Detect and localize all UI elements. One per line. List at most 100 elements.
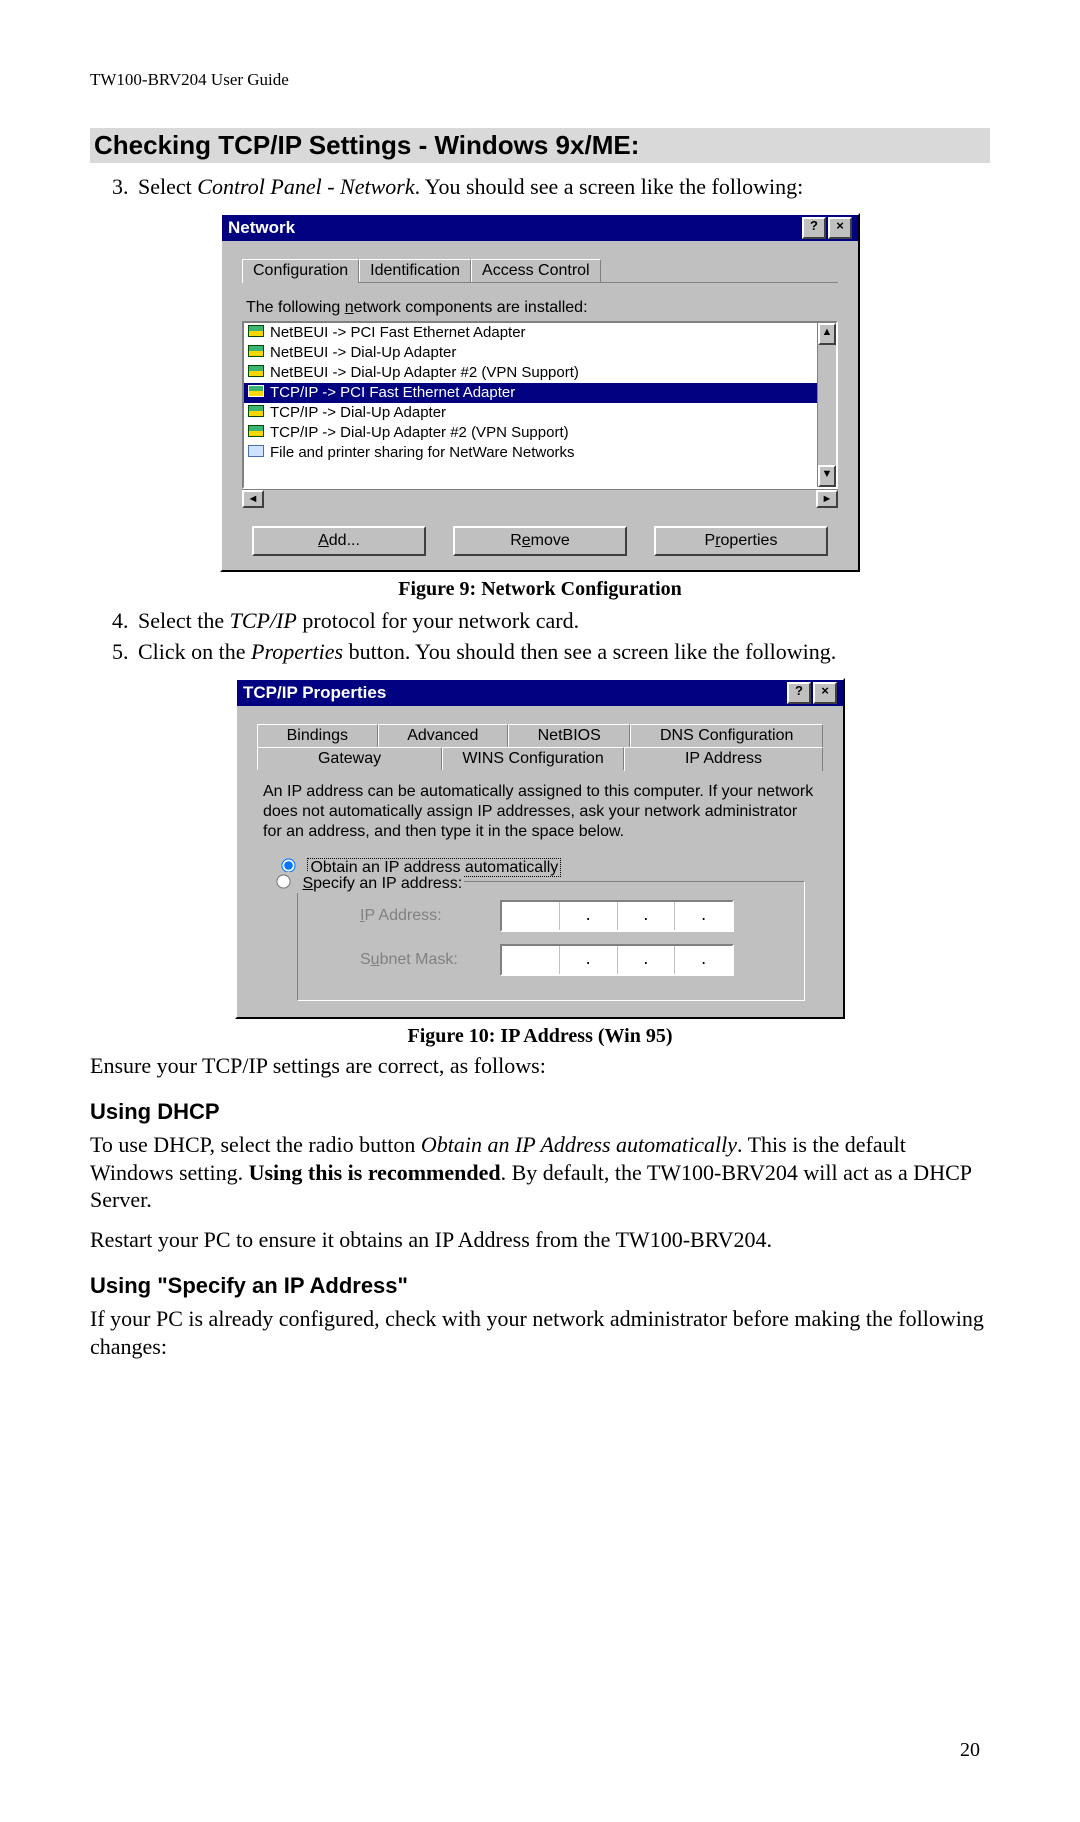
tab-bindings[interactable]: Bindings <box>257 724 378 747</box>
tab-ip-address[interactable]: IP Address <box>624 747 823 771</box>
step5-ital: Properties <box>251 639 343 664</box>
step4-post: protocol for your network card. <box>297 608 579 633</box>
list-item[interactable]: NetBEUI -> Dial-Up Adapter #2 (VPN Suppo… <box>244 363 817 383</box>
figure-9-caption: Figure 9: Network Configuration <box>90 578 990 601</box>
step4-ital: TCP/IP <box>230 608 297 633</box>
ip-address-row: IP Address: ... <box>360 900 762 932</box>
doc-header: TW100-BRV204 User Guide <box>90 70 990 90</box>
figure-10-caption: Figure 10: IP Address (Win 95) <box>90 1025 990 1048</box>
scroll-up-icon[interactable]: ▲ <box>818 323 836 345</box>
components-listbox[interactable]: NetBEUI -> PCI Fast Ethernet AdapterNetB… <box>242 321 838 489</box>
properties-button-post: operties <box>721 532 778 549</box>
network-titlebar: Network ? × <box>222 215 858 241</box>
help-button[interactable]: ? <box>802 217 826 239</box>
close-button[interactable]: × <box>828 217 852 239</box>
list-item[interactable]: TCP/IP -> Dial-Up Adapter #2 (VPN Suppor… <box>244 423 817 443</box>
components-label: The following network components are ins… <box>246 299 838 317</box>
tab-advanced[interactable]: Advanced <box>378 724 508 747</box>
tcpip-tabs: Bindings Advanced NetBIOS DNS Configurat… <box>257 724 823 770</box>
tab-strip: Configuration Identification Access Cont… <box>242 259 838 283</box>
step3-post: . You should see a screen like the follo… <box>415 174 804 199</box>
network-window: Network ? × Configuration Identification… <box>220 213 860 572</box>
list-item[interactable]: NetBEUI -> PCI Fast Ethernet Adapter <box>244 323 817 343</box>
ip-dot: . <box>618 946 676 974</box>
ip-dot: . <box>675 946 732 974</box>
tcpip-title: TCP/IP Properties <box>243 683 386 703</box>
tcpip-titlebar: TCP/IP Properties ? × <box>237 680 843 706</box>
ip-address-field[interactable]: ... <box>500 900 734 932</box>
remove-button-pre: R <box>510 532 522 549</box>
components-label-post: etwork components are installed: <box>354 299 588 316</box>
ip-address-label: IP Address: <box>360 907 500 925</box>
components-label-pre: The following <box>246 299 345 316</box>
ip-dot: . <box>560 946 618 974</box>
section-title-bar: Checking TCP/IP Settings - Windows 9x/ME… <box>90 128 990 163</box>
protocol-icon <box>248 325 262 337</box>
tab-wins[interactable]: WINS Configuration <box>442 747 624 770</box>
specify-paragraph: If your PC is already configured, check … <box>90 1305 990 1360</box>
ip-dot: . <box>675 902 732 930</box>
components-label-u: n <box>345 299 354 316</box>
horizontal-scrollbar[interactable]: ◄ ► <box>242 489 838 508</box>
list-item[interactable]: TCP/IP -> PCI Fast Ethernet Adapter <box>244 383 817 403</box>
tab-gateway[interactable]: Gateway <box>257 747 442 770</box>
remove-button-post: move <box>531 532 570 549</box>
scroll-left-icon[interactable]: ◄ <box>242 490 264 508</box>
scroll-right-icon[interactable]: ► <box>816 490 838 508</box>
add-button[interactable]: Add... <box>252 526 426 556</box>
vertical-scrollbar[interactable]: ▲ ▼ <box>817 323 836 487</box>
list-item[interactable]: NetBEUI -> Dial-Up Adapter <box>244 343 817 363</box>
specify-heading: Using "Specify an IP Address" <box>90 1273 990 1299</box>
radio-spec-u: S <box>302 875 313 892</box>
ensure-line: Ensure your TCP/IP settings are correct,… <box>90 1052 990 1080</box>
properties-button-pre: P <box>705 532 716 549</box>
step5-pre: Click on the <box>138 639 251 664</box>
tab-netbios[interactable]: NetBIOS <box>508 724 630 747</box>
step3-pre: Select <box>138 174 197 199</box>
protocol-icon <box>248 385 262 397</box>
protocol-icon <box>248 345 262 357</box>
step3-ital: Control Panel - Network <box>197 174 414 199</box>
radio-specify-row[interactable]: Specify an IP address: <box>270 872 464 893</box>
protocol-icon <box>248 365 262 377</box>
dhcp-heading: Using DHCP <box>90 1099 990 1125</box>
scroll-down-icon[interactable]: ▼ <box>818 465 836 487</box>
subnet-mask-label: Subnet Mask: <box>360 951 500 969</box>
subnet-mask-field[interactable]: ... <box>500 944 734 976</box>
step-3: Select Control Panel - Network. You shou… <box>134 173 990 201</box>
ip-dot: . <box>618 902 676 930</box>
subnet-mask-row: Subnet Mask: ... <box>360 944 762 976</box>
radio-specify[interactable] <box>276 874 290 888</box>
step-4: Select the TCP/IP protocol for your netw… <box>134 607 990 635</box>
add-button-u: A <box>318 532 329 549</box>
specify-group: Specify an IP address: IP Address: ... S… <box>297 881 805 1001</box>
dhcp-p-bold: Using this is recommended <box>249 1160 501 1185</box>
properties-button[interactable]: Properties <box>654 526 828 556</box>
protocol-icon <box>248 425 262 437</box>
dhcp-restart: Restart your PC to ensure it obtains an … <box>90 1226 990 1254</box>
ip-dot: . <box>560 902 618 930</box>
step4-pre: Select the <box>138 608 230 633</box>
remove-button-u: e <box>522 532 531 549</box>
step-5: Click on the Properties button. You shou… <box>134 638 990 666</box>
ip-description: An IP address can be automatically assig… <box>263 782 817 842</box>
add-button-rest: dd... <box>329 532 360 549</box>
tab-configuration[interactable]: Configuration <box>242 259 359 283</box>
dhcp-paragraph: To use DHCP, select the radio button Obt… <box>90 1131 990 1214</box>
tcpip-window: TCP/IP Properties ? × Bindings Advanced … <box>235 678 845 1019</box>
tab-identification[interactable]: Identification <box>359 259 471 282</box>
list-item[interactable]: TCP/IP -> Dial-Up Adapter <box>244 403 817 423</box>
page-number: 20 <box>960 1739 980 1762</box>
radio-obtain-auto[interactable] <box>281 858 295 872</box>
radio-spec-rest: pecify an IP address: <box>313 875 462 892</box>
help-button[interactable]: ? <box>787 682 811 704</box>
steps-list-first: Select Control Panel - Network. You shou… <box>90 173 990 201</box>
list-item[interactable]: File and printer sharing for NetWare Net… <box>244 443 817 463</box>
tab-dns[interactable]: DNS Configuration <box>630 724 823 747</box>
steps-list-second: Select the TCP/IP protocol for your netw… <box>90 607 990 666</box>
file-share-icon <box>248 445 262 457</box>
dhcp-p-ital: Obtain an IP Address automatically <box>421 1132 737 1157</box>
close-button[interactable]: × <box>813 682 837 704</box>
remove-button[interactable]: Remove <box>453 526 627 556</box>
tab-access-control[interactable]: Access Control <box>471 259 601 282</box>
